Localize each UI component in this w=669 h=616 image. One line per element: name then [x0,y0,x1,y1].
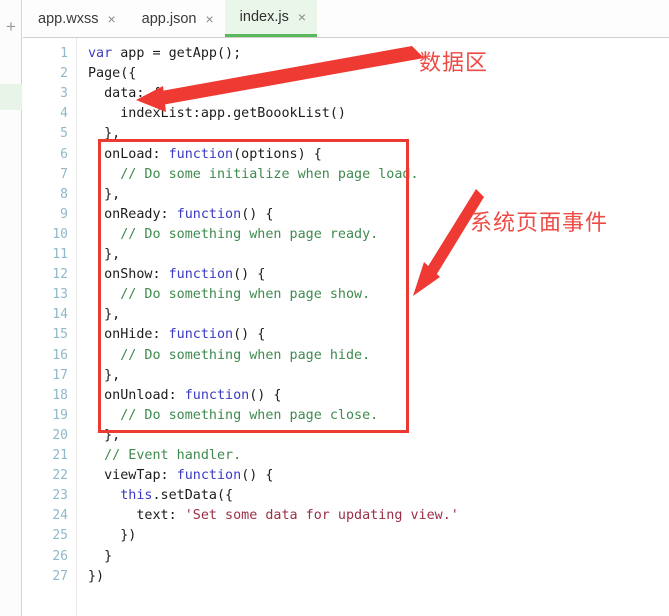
line-number: 6 [60,146,68,162]
line-number: 15 [52,327,68,343]
code-line[interactable]: // Do something when page ready. [88,225,378,245]
line-number: 14 [52,307,68,323]
code-line[interactable]: }, [88,426,120,446]
line-number: 9 [60,206,68,222]
code-line[interactable]: }, [88,185,120,205]
line-number: 13 [52,287,68,303]
line-number: 23 [52,488,68,504]
code-line[interactable]: this.setData({ [88,486,233,506]
line-number: 4 [60,106,68,122]
line-number: 8 [60,186,68,202]
line-number: 21 [52,448,68,463]
code-editor[interactable]: 1 2 3 4 5 6 7 8 9 10 11 12 13 14 15 16 17 18 19 20 21 22 23 24 2… [23,38,669,616]
code-line[interactable]: }, [88,305,120,325]
code-line[interactable]: }, [88,245,120,265]
code-line[interactable]: }) [88,526,136,546]
tab-app-json[interactable]: app.json × [126,0,225,37]
line-number: 16 [52,347,68,363]
code-line[interactable]: // Event handler. [88,446,241,466]
code-line[interactable]: onUnload: function() { [88,386,281,406]
tab-label: app.json [141,10,197,27]
code-line[interactable]: // Do some initialize when page load. [88,165,418,185]
line-number: 10 [52,226,68,242]
code-line[interactable]: // Do something when page show. [88,285,370,305]
code-line[interactable]: data: { [88,84,160,104]
code-line[interactable]: indexList:app.getBoookList() [88,104,346,124]
code-content[interactable]: var app = getApp(); Page({ data: { indexL… [78,38,669,616]
close-icon[interactable]: × [205,12,213,26]
line-number-gutter: 1 2 3 4 5 6 7 8 9 10 11 12 13 14 15 16 17 18 19 20 21 22 23 24 2… [23,38,77,616]
plus-icon[interactable]: + [3,18,19,36]
tab-index-js[interactable]: index.js × [224,0,318,37]
line-number: 2 [60,66,68,82]
code-line[interactable]: }, [88,366,120,386]
code-line[interactable]: Page({ [88,64,136,84]
code-line[interactable]: onLoad: function(options) { [88,145,322,165]
code-line[interactable]: onShow: function() { [88,265,265,285]
line-number: 19 [52,407,68,423]
tab-app-wxss[interactable]: app.wxss × [23,0,127,37]
tab-label: app.wxss [38,10,99,27]
code-line[interactable]: var app = getApp(); [88,44,241,64]
line-number: 22 [52,468,68,484]
code-line[interactable]: // Do something when page close. [88,406,378,426]
left-rail: + [0,0,22,616]
code-line[interactable]: } [88,547,112,567]
line-number: 7 [60,166,68,182]
tab-label: index.js [239,9,289,25]
code-line[interactable]: onHide: function() { [88,325,265,345]
line-number: 20 [52,427,68,443]
code-line[interactable]: // Do something when page hide. [88,346,370,366]
line-number: 5 [60,126,68,142]
close-icon[interactable]: × [107,12,115,26]
line-number: 26 [52,548,68,564]
code-line[interactable]: }, [88,124,120,144]
line-number: 27 [52,568,68,584]
line-number: 3 [60,86,68,102]
code-line[interactable]: onReady: function() { [88,205,273,225]
line-number: 1 [60,46,68,61]
line-number: 12 [52,267,68,283]
line-number: 17 [52,367,68,383]
code-line[interactable]: }) [88,567,104,587]
code-line[interactable]: viewTap: function() { [88,466,273,486]
editor-tab-bar: app.wxss × app.json × index.js × [23,0,669,38]
close-icon[interactable]: × [298,10,306,24]
code-line[interactable]: text: 'Set some data for updating view.' [88,506,459,526]
line-number: 11 [52,247,68,262]
line-number: 25 [52,528,68,544]
line-number: 24 [52,508,68,524]
line-number: 18 [52,387,68,403]
rail-active-marker [0,84,22,110]
